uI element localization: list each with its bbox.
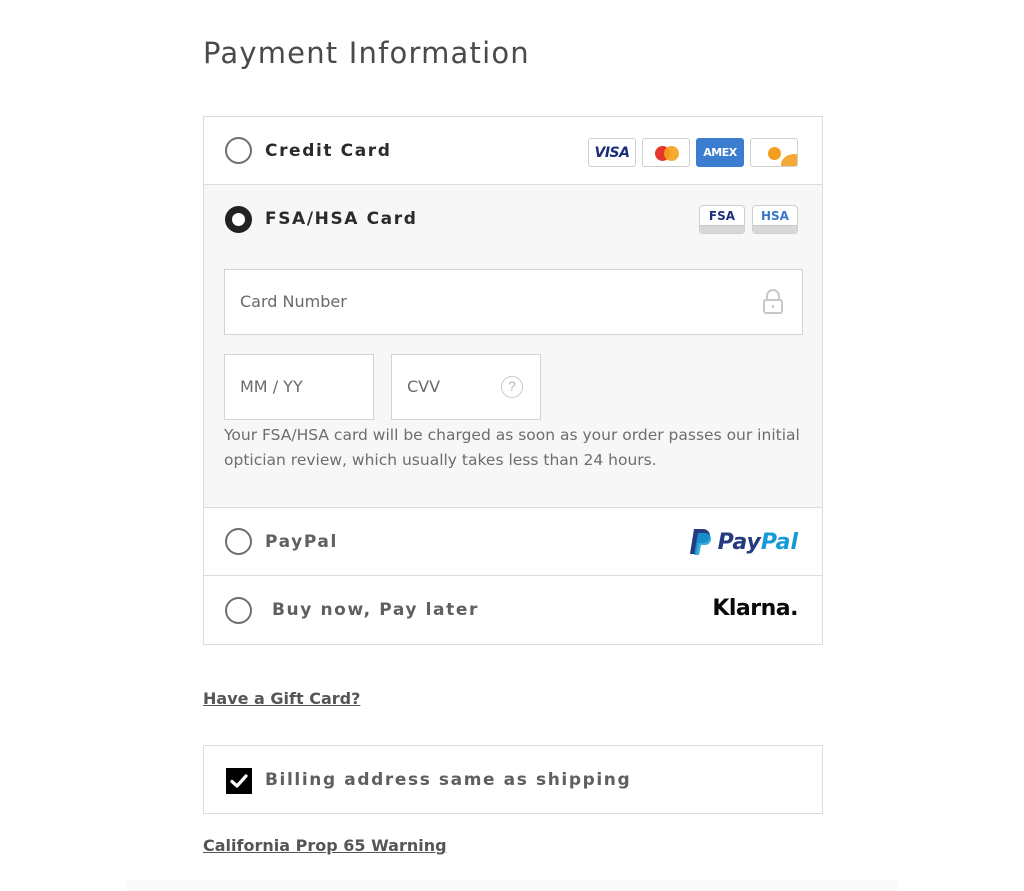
help-question-icon[interactable]: ? <box>501 376 523 398</box>
discover-logo-icon <box>750 138 798 167</box>
paypal-wordmark-pal: Pal <box>760 529 798 555</box>
paypal-p-icon <box>689 529 711 555</box>
payment-methods-panel: Credit Card VISA AMEX FSA/HSA Card FSA H… <box>203 116 823 645</box>
fsa-hsa-label: FSA/HSA Card <box>265 209 418 229</box>
hsa-badge-icon: HSA <box>752 205 798 234</box>
discover-dot <box>768 147 781 160</box>
amex-logo-icon: AMEX <box>696 138 744 167</box>
gift-card-link[interactable]: Have a Gift Card? <box>203 689 360 708</box>
amex-logo-text: AMEX <box>703 146 737 159</box>
expiry-field[interactable]: MM / YY <box>224 354 374 420</box>
billing-checkbox[interactable] <box>226 768 252 794</box>
klarna-label: Buy now, Pay later <box>272 600 479 620</box>
card-fields: Card Number MM / YY CVV ? <box>204 253 822 423</box>
page-title: Payment Information <box>203 36 530 70</box>
discover-corner <box>781 154 797 166</box>
paypal-radio[interactable] <box>225 528 252 555</box>
prop65-warning-link[interactable]: California Prop 65 Warning <box>203 836 447 855</box>
expiry-placeholder: MM / YY <box>240 377 303 396</box>
billing-label: Billing address same as shipping <box>265 770 632 790</box>
paypal-wordmark-pay: Pay <box>717 529 761 555</box>
fsa-hsa-radio[interactable] <box>225 205 252 233</box>
card-brand-logos: VISA AMEX <box>588 138 798 167</box>
paypal-logo: PayPal <box>688 528 798 556</box>
credit-card-radio[interactable] <box>225 137 252 164</box>
payment-option-paypal[interactable]: PayPal PayPal <box>204 508 822 576</box>
credit-card-label: Credit Card <box>265 140 392 161</box>
payment-option-fsa-hsa[interactable]: FSA/HSA Card FSA HSA <box>204 185 822 253</box>
cvv-placeholder: CVV <box>407 377 441 396</box>
fsa-hsa-section: FSA/HSA Card FSA HSA Card Number MM / YY <box>204 185 822 508</box>
cvv-field[interactable]: CVV ? <box>391 354 541 420</box>
bottom-divider <box>127 880 897 891</box>
klarna-logo: Klarna. <box>712 596 798 621</box>
paypal-wordmark: PayPal <box>718 530 798 555</box>
paypal-label: PayPal <box>265 531 338 552</box>
fsa-hsa-charge-note: Your FSA/HSA card will be charged as soo… <box>224 426 800 469</box>
mastercard-logo-icon <box>642 138 690 167</box>
checkmark-icon <box>230 774 248 788</box>
mastercard-orange-circle <box>664 146 679 161</box>
visa-logo-icon: VISA <box>588 138 636 167</box>
klarna-radio[interactable] <box>225 596 252 624</box>
card-number-field[interactable]: Card Number <box>224 269 803 335</box>
billing-same-as-shipping[interactable]: Billing address same as shipping <box>203 745 823 814</box>
lock-icon <box>762 289 784 320</box>
visa-logo-text: VISA <box>594 144 630 161</box>
card-number-placeholder: Card Number <box>240 292 347 311</box>
payment-option-credit-card[interactable]: Credit Card VISA AMEX <box>204 117 822 185</box>
payment-option-klarna[interactable]: Buy now, Pay later Klarna. <box>204 576 822 644</box>
fsa-badge-icon: FSA <box>699 205 745 234</box>
fsa-hsa-badges: FSA HSA <box>699 205 798 234</box>
